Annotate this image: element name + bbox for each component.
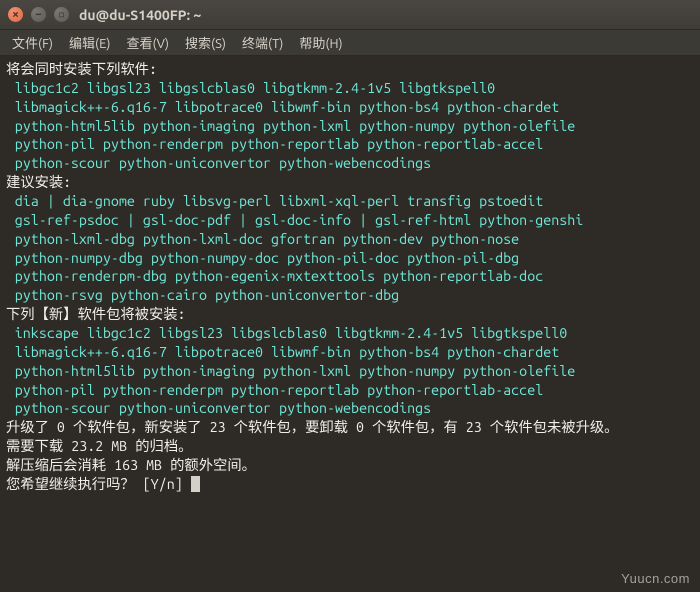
summary-line: 需要下载 23.2 MB 的归档。 (6, 438, 192, 454)
package-line: python-lxml-dbg python-lxml-doc gfortran… (6, 230, 694, 249)
window-titlebar: × − ▫ du@du-S1400FP: ~ (0, 0, 700, 30)
terminal-output[interactable]: 将会同时安装下列软件: libgc1c2 libgsl23 libgslcbla… (0, 56, 700, 592)
menu-edit[interactable]: 编辑(E) (63, 31, 116, 54)
package-line: inkscape libgc1c2 libgsl23 libgslcblas0 … (6, 324, 694, 343)
menu-search[interactable]: 搜索(S) (179, 31, 232, 54)
package-line: python-html5lib python-imaging python-lx… (6, 362, 694, 381)
close-icon[interactable]: × (8, 7, 23, 22)
menubar: 文件(F) 编辑(E) 查看(V) 搜索(S) 终端(T) 帮助(H) (0, 30, 700, 56)
window-title: du@du-S1400FP: ~ (79, 7, 201, 23)
package-line: dia | dia-gnome ruby libsvg-perl libxml-… (6, 192, 694, 211)
menu-file[interactable]: 文件(F) (6, 31, 59, 54)
maximize-icon[interactable]: ▫ (54, 7, 69, 22)
menu-terminal[interactable]: 终端(T) (236, 31, 289, 54)
package-line: libgc1c2 libgsl23 libgslcblas0 libgtkmm-… (6, 79, 694, 98)
package-line: python-pil python-renderpm python-report… (6, 135, 694, 154)
heading-new-install: 下列【新】软件包将被安装: (6, 306, 186, 322)
package-line: gsl-ref-psdoc | gsl-doc-pdf | gsl-doc-in… (6, 211, 694, 230)
window-controls: × − ▫ (8, 7, 69, 22)
package-line: python-scour python-uniconvertor python-… (6, 399, 694, 418)
heading-suggested: 建议安装: (6, 174, 71, 190)
package-line: libmagick++-6.q16-7 libpotrace0 libwmf-b… (6, 98, 694, 117)
cursor-icon (191, 476, 200, 492)
heading-additional-install: 将会同时安装下列软件: (6, 61, 157, 77)
package-line: python-renderpm-dbg python-egenix-mxtext… (6, 267, 694, 286)
package-line: python-pil python-renderpm python-report… (6, 381, 694, 400)
package-line: python-numpy-dbg python-numpy-doc python… (6, 249, 694, 268)
package-line: libmagick++-6.q16-7 libpotrace0 libwmf-b… (6, 343, 694, 362)
minimize-icon[interactable]: − (31, 7, 46, 22)
summary-line: 升级了 0 个软件包，新安装了 23 个软件包，要卸载 0 个软件包，有 23 … (6, 419, 618, 435)
package-line: python-scour python-uniconvertor python-… (6, 154, 694, 173)
summary-line: 解压缩后会消耗 163 MB 的额外空间。 (6, 457, 256, 473)
package-line: python-html5lib python-imaging python-lx… (6, 117, 694, 136)
confirm-prompt: 您希望继续执行吗？ [Y/n] (6, 476, 191, 492)
watermark: Yuucn.com (621, 571, 690, 586)
package-line: python-rsvg python-cairo python-uniconve… (6, 286, 694, 305)
menu-view[interactable]: 查看(V) (121, 31, 175, 54)
menu-help[interactable]: 帮助(H) (293, 31, 348, 54)
